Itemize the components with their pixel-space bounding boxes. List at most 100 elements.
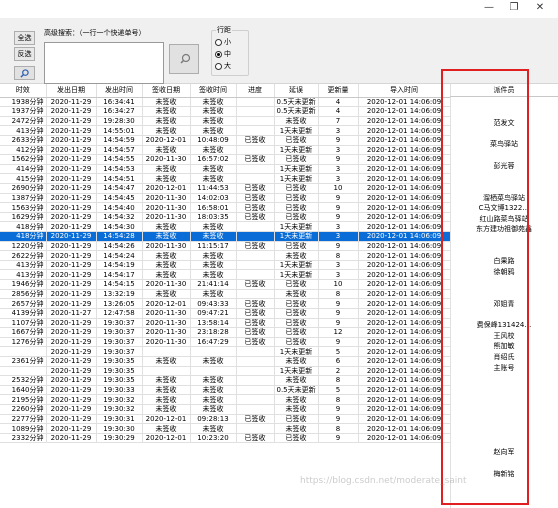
tracking-number-input[interactable]	[44, 42, 164, 84]
table-row[interactable]: 412分钟 2020-11-29 14:54:57 未签收 未签收 1天未更新 3 2020-…	[0, 145, 451, 156]
table-cell: 09:28:13	[190, 414, 237, 425]
table-row[interactable]: 1938分钟 2020-11-29 16:34:41 未签收 未签收 0.5天未更新 4 20…	[0, 97, 451, 108]
minimize-icon[interactable]: —	[482, 2, 496, 14]
table-cell: 已签收	[274, 279, 319, 290]
column-header-courier[interactable]: 派件员	[450, 84, 558, 97]
table-cell: 已签收	[274, 135, 319, 146]
table-cell: 未签收	[190, 173, 237, 184]
column-header[interactable]: 进度	[236, 84, 275, 98]
table-row[interactable]: 413分钟 2020-11-29 14:54:19 未签收 未签收 1天未更新 3 2020-…	[0, 260, 451, 271]
table-row[interactable]: 2633分钟 2020-11-29 14:54:59 2020-12-01 10:48:…	[0, 135, 451, 146]
table-cell: 2020-11-29	[46, 298, 97, 309]
search-button[interactable]	[169, 44, 199, 74]
table-row[interactable]: 2020-11-29 19:30:35 1天未更新 2 2020-12-01 14:06…	[0, 366, 451, 377]
table-row[interactable]: 1107分钟 2020-11-29 19:30:37 2020-11-30 13:58:…	[0, 318, 451, 329]
table-row[interactable]: 2472分钟 2020-11-29 19:28:30 未签收 未签收 未签收 7 2020-1…	[0, 116, 451, 127]
spacing-option-medium[interactable]: 中	[215, 49, 231, 59]
title-bar: — ❐ ✕	[0, 0, 558, 18]
close-icon[interactable]: ✕	[533, 2, 547, 14]
table-cell	[190, 366, 237, 377]
spacing-option-large[interactable]: 大	[215, 61, 231, 71]
table-row[interactable]: 413分钟 2020-11-29 14:54:17 未签收 未签收 1天未更新 3 2020-…	[0, 269, 451, 281]
table-cell: 已签收	[236, 241, 275, 252]
courier-cell	[450, 395, 558, 405]
column-header[interactable]: 签收日期	[142, 84, 191, 98]
table-row[interactable]: 1220分钟 2020-11-29 14:54:26 2020-11-30 11:15:…	[0, 241, 451, 252]
courier-cell	[450, 109, 558, 119]
table-cell: 2020-12-01 14:06:09	[358, 125, 451, 136]
table-cell: 3	[318, 145, 359, 156]
row-spacing-group: 行距 小 中 大	[211, 25, 249, 76]
table-row[interactable]: 1640分钟 2020-11-29 19:30:33 未签收 未签收 0.5天未更新 5 20…	[0, 385, 451, 396]
courier-cell	[450, 427, 558, 437]
radio-icon	[215, 38, 222, 46]
table-row[interactable]: 418分钟 2020-11-29 14:54:30 未签收 未签收 1天未更新 3 2020-…	[0, 221, 451, 233]
courier-cell	[450, 236, 558, 246]
table-row[interactable]: 2532分钟 2020-11-29 19:30:35 未签收 未签收 未签收 8 2020-1…	[0, 375, 451, 386]
table-row[interactable]: 1946分钟 2020-11-29 14:54:15 2020-11-30 21:41:…	[0, 279, 451, 290]
courier-cell	[450, 374, 558, 384]
column-header[interactable]: 发出时间	[96, 84, 143, 98]
table-cell: 未签收	[190, 375, 237, 386]
table-row[interactable]: 1629分钟 2020-11-29 14:54:32 2020-11-30 18:03:…	[0, 212, 451, 223]
table-cell: 2020-12-01 14:06:09	[358, 337, 451, 348]
table-cell: 未签收	[142, 423, 191, 434]
table-row[interactable]: 1562分钟 2020-11-29 14:54:55 2020-11-30 16:57:…	[0, 154, 451, 165]
table-cell: 2020-11-29	[46, 173, 97, 184]
advanced-search-label: 高级搜索：（一行一个快递单号）	[44, 29, 146, 37]
table-cell: 未签收	[274, 116, 319, 127]
table-cell: 未签收	[142, 173, 191, 184]
table-row[interactable]: 1937分钟 2020-11-29 16:34:27 未签收 未签收 0.5天未更新 4 20…	[0, 106, 451, 117]
table-cell: 8	[318, 289, 359, 300]
table-row[interactable]: 2657分钟 2020-11-29 13:26:05 2020-12-01 09:43:…	[0, 298, 451, 309]
shipment-grid[interactable]: 时效 发出日期 发出时间 签收日期 签收时间 进度 延误 更新量 导入时间 1938分钟 2020…	[0, 84, 558, 508]
table-cell: 未签收	[274, 394, 319, 405]
table-row[interactable]: 415分钟 2020-11-29 14:54:51 未签收 未签收 1天未更新 3 2020-…	[0, 173, 451, 184]
table-cell: 2020-12-01 14:06:09	[358, 212, 451, 223]
table-row[interactable]: 2856分钟 2020-11-29 13:32:19 未签收 未签收 未签收 8 2020-1…	[0, 289, 451, 300]
table-row[interactable]: 2690分钟 2020-11-29 14:54:47 2020-12-01 11:44:…	[0, 183, 451, 194]
table-cell: 19:28:30	[96, 116, 143, 127]
table-row[interactable]: 2361分钟 2020-11-29 19:30:35 未签收 未签收 未签收 6 2020-1…	[0, 356, 451, 367]
table-row[interactable]: 2195分钟 2020-11-29 19:30:32 未签收 未签收 未签收 8 2020-1…	[0, 394, 451, 405]
table-cell: 2622分钟	[0, 250, 47, 261]
courier-cell: 溜栖菜鸟驿站	[483, 193, 525, 202]
table-row[interactable]: 2277分钟 2020-11-29 19:30:31 2020-12-01 09:28:…	[0, 414, 451, 425]
column-header[interactable]: 延误	[274, 84, 319, 98]
column-header[interactable]: 发出日期	[46, 84, 97, 98]
column-header[interactable]: 导入时间	[358, 84, 451, 98]
table-cell: 13:32:19	[96, 289, 143, 300]
table-row[interactable]: 4139分钟 2020-11-27 12:47:58 2020-11-30 09:47:…	[0, 308, 451, 319]
table-row[interactable]: 2622分钟 2020-11-29 14:54:24 未签收 未签收 未签收 8 2020-1…	[0, 250, 451, 261]
column-header[interactable]: 更新量	[318, 84, 359, 98]
table-row[interactable]: 413分钟 2020-11-29 14:55:01 未签收 未签收 1天未更新 3 2020-…	[0, 125, 451, 136]
courier-cell: 赵向军	[493, 448, 515, 457]
table-cell	[236, 97, 275, 108]
table-row[interactable]: 2260分钟 2020-11-29 19:30:32 未签收 未签收 未签收 9 2020-1…	[0, 404, 451, 415]
find-button[interactable]	[14, 66, 35, 80]
table-cell: 9	[318, 404, 359, 415]
table-row[interactable]: 418分钟 2020-11-29 14:54:28 未签收 未签收 1天未更新 3 2020-…	[0, 231, 451, 242]
table-row[interactable]: 1387分钟 2020-11-29 14:54:45 2020-11-30 14:02:…	[0, 193, 451, 204]
spacing-option-small[interactable]: 小	[215, 37, 231, 47]
column-header[interactable]: 签收时间	[190, 84, 237, 98]
table-row[interactable]: 2332分钟 2020-11-29 19:30:29 2020-12-01 10:23:…	[0, 433, 451, 444]
select-all-button[interactable]: 全选	[14, 31, 35, 45]
invert-selection-button[interactable]: 反选	[14, 47, 35, 61]
table-row[interactable]: 2020-11-29 19:30:37 1天未更新 5 2020-12-01 14:06…	[0, 346, 451, 357]
table-cell: 10:23:20	[190, 433, 237, 444]
column-header[interactable]: 时效	[0, 84, 47, 98]
table-cell: 2020-11-27	[46, 308, 97, 319]
table-cell: 14:54:28	[96, 231, 143, 242]
table-row[interactable]: 1276分钟 2020-11-29 19:30:37 2020-11-30 16:47:…	[0, 337, 451, 348]
table-cell: 2472分钟	[0, 116, 47, 127]
table-cell: 8	[318, 423, 359, 434]
table-cell: 2020-11-30	[142, 327, 191, 338]
table-row[interactable]: 1667分钟 2020-11-29 19:30:37 2020-11-30 23:18:…	[0, 327, 451, 338]
restore-icon[interactable]: ❐	[507, 2, 521, 14]
table-row[interactable]: 1089分钟 2020-11-29 19:30:30 未签收 未签收 未签收 8 2020-1…	[0, 423, 451, 434]
table-cell: 2020-12-01 14:06:09	[358, 375, 451, 386]
table-row[interactable]: 1563分钟 2020-11-29 14:54:40 2020-11-30 16:58:…	[0, 202, 451, 213]
table-cell: 已签收	[274, 337, 319, 348]
table-row[interactable]: 414分钟 2020-11-29 14:54:53 未签收 未签收 1天未更新 3 2020-…	[0, 164, 451, 175]
